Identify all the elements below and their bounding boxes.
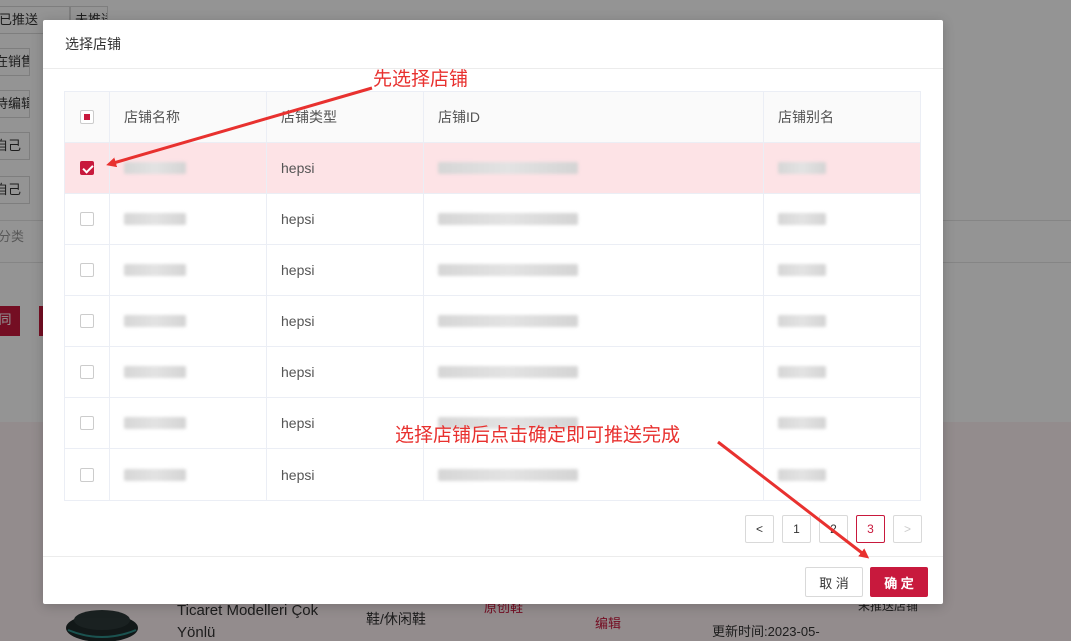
column-shop-name: 店铺名称 [110, 92, 267, 142]
row-select-cell[interactable] [65, 245, 110, 295]
shop-type-cell: hepsi [267, 347, 424, 397]
shop-alias-cell [764, 245, 920, 295]
row-select-cell[interactable] [65, 296, 110, 346]
shop-id-cell [424, 194, 764, 244]
shop-type-text: hepsi [281, 466, 315, 483]
shop-type-cell: hepsi [267, 143, 424, 193]
shop-alias-cell [764, 143, 920, 193]
column-shop-alias: 店铺别名 [778, 109, 834, 125]
shop-id-cell [424, 347, 764, 397]
row-checkbox[interactable] [80, 263, 94, 277]
confirm-button[interactable]: 确 定 [870, 567, 928, 597]
shop-type-text: hepsi [281, 364, 315, 380]
cancel-button[interactable]: 取 消 [805, 567, 863, 597]
select-shop-dialog: 选择店铺 店铺名称 店铺类型 店铺ID 店铺别名 hepsi hepsi hep… [43, 20, 943, 604]
table-row[interactable]: hepsi [65, 347, 920, 398]
table-row[interactable]: hepsi [65, 245, 920, 296]
row-select-cell[interactable] [65, 143, 110, 193]
row-checkbox[interactable] [80, 212, 94, 226]
shop-alias-cell [764, 449, 920, 500]
page-3-button[interactable]: 3 [856, 515, 885, 543]
shop-type-text: hepsi [281, 415, 315, 431]
annotation-step-2: 选择店铺后点击确定即可推送完成 [395, 424, 681, 446]
table-row[interactable]: hepsi [65, 194, 920, 245]
shop-alias-cell [764, 398, 920, 448]
shop-type-text: hepsi [281, 262, 315, 278]
shop-name-cell [110, 347, 267, 397]
shop-type-text: hepsi [281, 211, 315, 227]
select-all-checkbox[interactable] [80, 110, 94, 124]
dialog-title: 选择店铺 [65, 36, 121, 52]
row-select-cell[interactable] [65, 398, 110, 448]
row-checkbox[interactable] [80, 416, 94, 430]
shop-id-cell [424, 245, 764, 295]
column-shop-type: 店铺类型 [267, 92, 424, 142]
shop-name-cell [110, 398, 267, 448]
table-header: 店铺名称 店铺类型 店铺ID 店铺别名 [65, 92, 920, 143]
shop-type-cell: hepsi [267, 449, 424, 500]
shop-name-cell [110, 245, 267, 295]
shop-name-cell [110, 194, 267, 244]
pagination: < 1 2 3 > [745, 515, 922, 543]
row-checkbox[interactable] [80, 467, 94, 482]
table-row[interactable]: hepsi [65, 143, 920, 194]
select-all-cell[interactable] [65, 92, 110, 142]
shop-type-cell: hepsi [267, 245, 424, 295]
shop-id-cell [424, 143, 764, 193]
page-2-button[interactable]: 2 [819, 515, 848, 543]
shop-alias-cell [764, 347, 920, 397]
row-checkbox[interactable] [80, 314, 94, 328]
shop-id-cell [424, 296, 764, 346]
row-select-cell[interactable] [65, 449, 110, 500]
column-shop-id: 店铺ID [424, 92, 764, 142]
shop-name-cell [110, 449, 267, 500]
shop-name-cell [110, 296, 267, 346]
table-row[interactable]: hepsi [65, 296, 920, 347]
shop-id-cell [424, 449, 764, 500]
row-select-cell[interactable] [65, 347, 110, 397]
shop-type-text: hepsi [281, 160, 315, 176]
annotation-step-1: 先选择店铺 [373, 68, 469, 90]
row-select-cell[interactable] [65, 194, 110, 244]
shop-name-cell [110, 143, 267, 193]
row-checkbox[interactable] [80, 161, 94, 175]
shop-type-text: hepsi [281, 313, 315, 329]
shop-alias-cell [764, 296, 920, 346]
table-row[interactable]: hepsi [65, 449, 920, 500]
shop-type-cell: hepsi [267, 296, 424, 346]
row-checkbox[interactable] [80, 365, 94, 379]
page-1-button[interactable]: 1 [782, 515, 811, 543]
next-page-button[interactable]: > [893, 515, 922, 543]
prev-page-button[interactable]: < [745, 515, 774, 543]
shop-type-cell: hepsi [267, 194, 424, 244]
shop-alias-cell [764, 194, 920, 244]
